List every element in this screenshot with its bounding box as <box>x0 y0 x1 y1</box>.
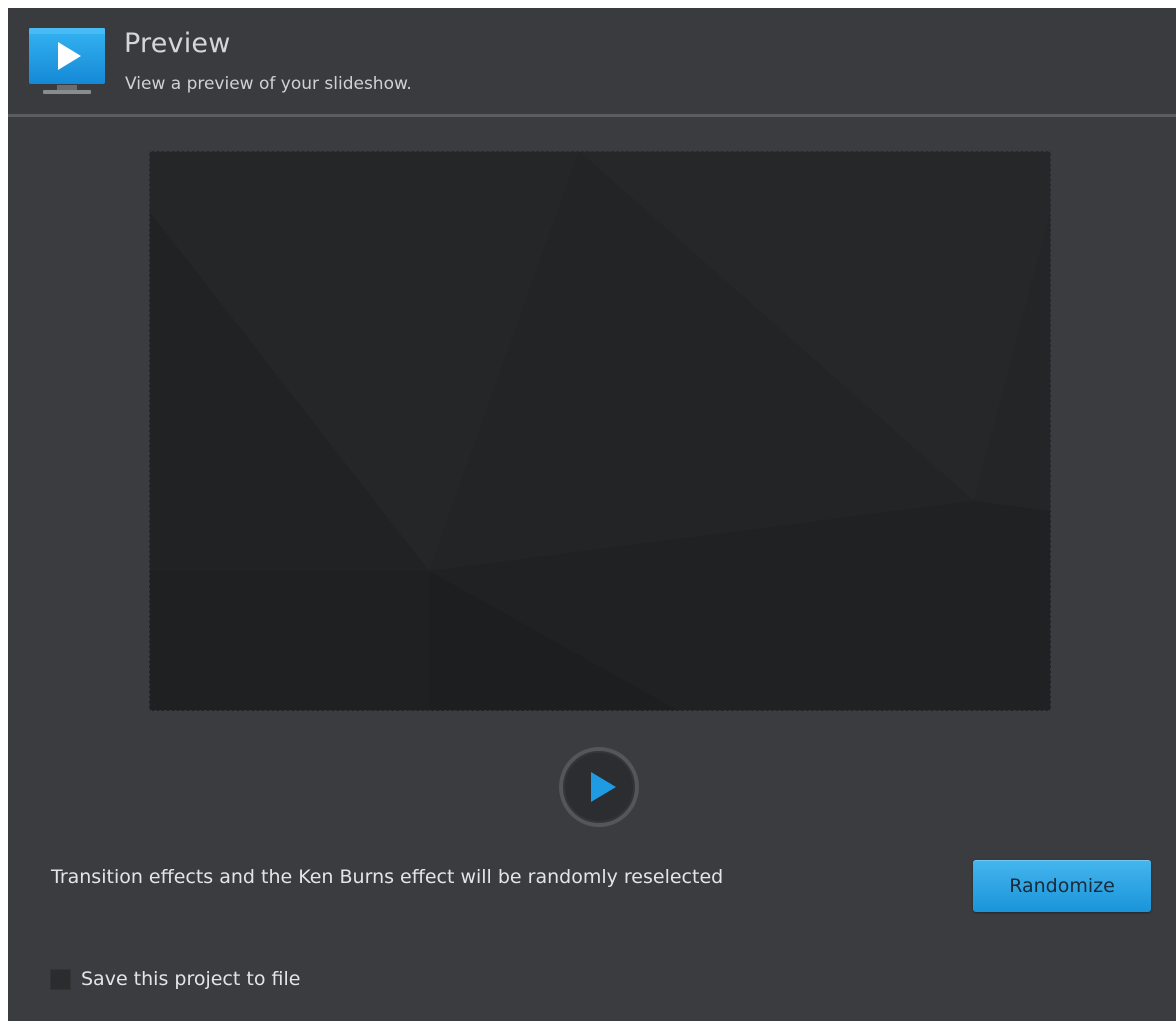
randomize-info-text: Transition effects and the Ken Burns eff… <box>51 866 724 888</box>
page-title: Preview <box>124 28 231 59</box>
randomize-button[interactable]: Randomize <box>973 860 1151 912</box>
page-subtitle: View a preview of your slideshow. <box>125 74 412 94</box>
save-project-option[interactable]: Save this project to file <box>50 964 300 994</box>
header: Preview View a preview of your slideshow… <box>8 8 1176 114</box>
play-button[interactable] <box>557 745 641 829</box>
monitor-play-icon <box>27 28 107 98</box>
save-project-checkbox[interactable] <box>50 968 71 990</box>
preview-window: Preview View a preview of your slideshow… <box>8 8 1176 1021</box>
slideshow-preview <box>149 151 1051 711</box>
save-project-label: Save this project to file <box>81 968 301 990</box>
header-divider <box>8 114 1176 117</box>
play-icon <box>559 747 639 827</box>
